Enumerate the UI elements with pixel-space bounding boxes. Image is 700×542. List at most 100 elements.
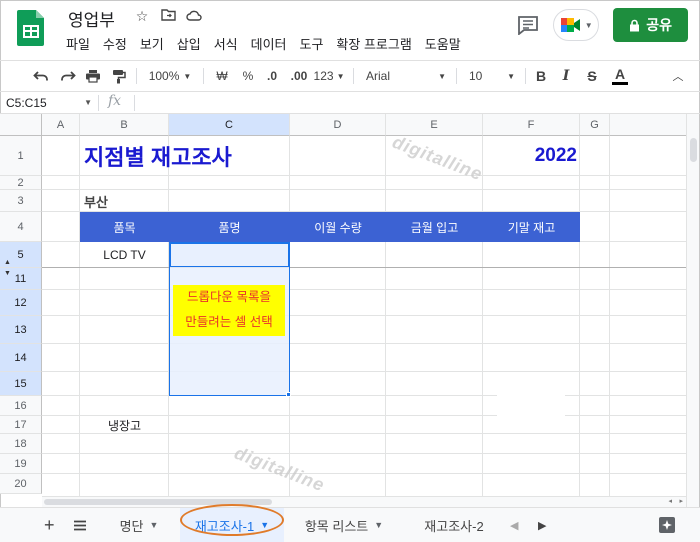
move-folder-icon[interactable] (160, 8, 176, 25)
decrease-decimal-button[interactable]: .0 (262, 61, 282, 91)
instruction-note: 드롭다운 목록을 만들려는 셀 선택 (173, 285, 285, 336)
blank-patch (497, 372, 565, 432)
fx-icon: fx (108, 93, 122, 109)
currency-button[interactable]: ₩ (212, 61, 232, 91)
table-header-carryover[interactable]: 이월 수량 (290, 212, 386, 242)
sheet-title[interactable]: 지점별 재고조사 (84, 136, 232, 176)
row-header-4[interactable]: 4 (0, 212, 42, 242)
font-family-select[interactable]: Arial ▼ (362, 61, 450, 91)
text-color-icon[interactable]: A (610, 61, 630, 91)
year-cell[interactable]: 2022 (483, 136, 577, 176)
collapse-toolbar-icon[interactable]: ︿ (668, 61, 688, 91)
font-size-select[interactable]: 10 ▼ (465, 61, 519, 91)
sheets-logo-icon[interactable] (16, 8, 46, 48)
zoom-select[interactable]: 100% ▼ (144, 61, 196, 91)
item-refrigerator[interactable]: 냉장고 (80, 416, 169, 434)
table-header-incoming[interactable]: 금월 입고 (386, 212, 483, 242)
more-formats-label: 123 (313, 69, 334, 83)
select-all-corner[interactable] (0, 114, 42, 136)
unhide-rows-up-icon[interactable]: ▲ (4, 259, 11, 266)
menu-extensions[interactable]: 확장 프로그램 (336, 34, 411, 53)
explore-icon[interactable] (658, 508, 676, 542)
item-lcd-tv[interactable]: LCD TV (80, 242, 169, 268)
chevron-down-icon: ▼ (584, 20, 593, 30)
active-cell[interactable] (170, 243, 289, 267)
star-icon[interactable]: ☆ (134, 8, 150, 25)
highlight-oval (180, 504, 284, 536)
increase-decimal-button[interactable]: .00 (287, 61, 311, 91)
meet-button[interactable]: ▼ (553, 9, 600, 41)
column-header-g[interactable]: G (580, 114, 610, 136)
cloud-status-icon[interactable] (186, 8, 202, 25)
unhide-rows-down-icon[interactable]: ▼ (4, 270, 11, 277)
document-title[interactable]: 영업부 (68, 6, 115, 31)
add-sheet-icon[interactable]: + (44, 508, 55, 542)
comment-history-icon[interactable] (517, 15, 539, 35)
row-header-15[interactable]: 15 (0, 372, 42, 396)
tab-members[interactable]: 명단 ▼ (106, 508, 172, 542)
table-header-item[interactable]: 품목 (80, 212, 169, 242)
column-header-b[interactable]: B (80, 114, 169, 136)
menu-edit[interactable]: 수정 (103, 34, 127, 53)
menu-file[interactable]: 파일 (66, 34, 90, 53)
share-label: 공유 (646, 17, 672, 33)
column-header-c[interactable]: C (169, 114, 290, 136)
watermark-bottom: digitalline (231, 442, 328, 496)
row-header-13[interactable]: 13 (0, 316, 42, 344)
vertical-scroll-thumb[interactable] (690, 138, 697, 162)
tab-item-list[interactable]: 항목 리스트 ▼ (292, 508, 396, 542)
row-header-12[interactable]: 12 (0, 290, 42, 316)
table-header-product[interactable]: 품명 (169, 212, 290, 242)
row-header-17[interactable]: 17 (0, 416, 42, 434)
chevron-down-icon: ▼ (183, 71, 192, 81)
strikethrough-icon[interactable]: S (583, 61, 601, 91)
menu-data[interactable]: 데이터 (251, 34, 287, 53)
percent-button[interactable]: % (238, 61, 258, 91)
column-header-d[interactable]: D (290, 114, 386, 136)
meet-icon (560, 18, 580, 32)
sheet-tab-bar: + 명단 ▼ 재고조사-1 ▼ 항목 리스트 ▼ 재고조사-2 ◀ ▶ (0, 507, 700, 542)
print-icon[interactable] (82, 61, 104, 91)
row-header-16[interactable]: 16 (0, 396, 42, 416)
vertical-scrollbar[interactable] (686, 114, 699, 507)
bold-icon[interactable]: B (532, 61, 550, 91)
tab-item-list-label: 항목 리스트 (304, 518, 369, 534)
menu-format[interactable]: 서식 (214, 34, 238, 53)
column-header-a[interactable]: A (42, 114, 80, 136)
tab-scroll-right-icon[interactable]: ▶ (538, 508, 546, 542)
all-sheets-icon[interactable] (74, 508, 86, 542)
menu-insert[interactable]: 삽입 (177, 34, 201, 53)
menu-tools[interactable]: 도구 (300, 34, 324, 53)
row-header-3[interactable]: 3 (0, 190, 42, 212)
row-header-2[interactable]: 2 (0, 176, 42, 190)
name-box[interactable]: C5:C15 ▼ (6, 96, 92, 110)
menu-help[interactable]: 도움말 (425, 34, 461, 53)
redo-icon[interactable] (57, 61, 79, 91)
row-header-1[interactable]: 1 (0, 136, 42, 176)
share-button[interactable]: 공유 (613, 8, 688, 42)
fill-handle[interactable] (286, 392, 291, 397)
row-header-14[interactable]: 14 (0, 344, 42, 372)
row-header-20[interactable]: 20 (0, 474, 42, 494)
more-formats-select[interactable]: 123 ▼ (313, 61, 345, 91)
row-header-18[interactable]: 18 (0, 434, 42, 454)
tab-members-label: 명단 (119, 518, 144, 534)
italic-icon[interactable]: I (557, 61, 575, 91)
horizontal-scrollbar[interactable]: ◂ ▸ (42, 496, 686, 507)
tab-scroll-left-icon[interactable]: ◀ (510, 508, 518, 542)
font-family-value: Arial (366, 69, 391, 83)
paint-format-icon[interactable] (108, 61, 130, 91)
column-header-f[interactable]: F (483, 114, 580, 136)
scroll-left-icon[interactable]: ◂ (668, 497, 672, 505)
tab-inventory-2[interactable]: 재고조사-2 (404, 508, 504, 542)
scroll-right-icon[interactable]: ▸ (679, 497, 683, 505)
toolbar: 100% ▼ ₩ % .0 .00 123 ▼ Arial ▼ 10 ▼ B I S A… (0, 60, 700, 90)
branch-cell[interactable]: 부산 (84, 190, 108, 212)
font-size-value: 10 (469, 69, 483, 83)
row-header-19[interactable]: 19 (0, 454, 42, 474)
spreadsheet-grid[interactable]: A B C D E F G 1 2 3 4 5 11 12 13 14 15 1… (0, 114, 686, 496)
undo-icon[interactable] (30, 61, 52, 91)
table-header-ending-stock[interactable]: 기말 재고 (483, 212, 580, 242)
menu-view[interactable]: 보기 (140, 34, 164, 53)
watermark-top: digitalline (389, 131, 486, 185)
